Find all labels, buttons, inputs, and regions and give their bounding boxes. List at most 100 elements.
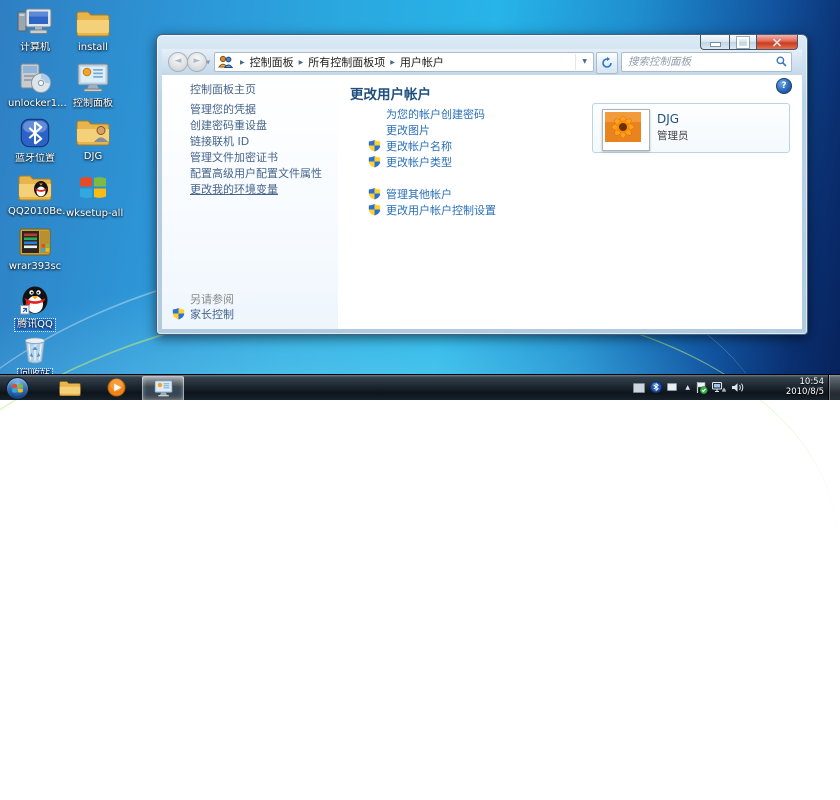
show-desktop-button[interactable] [828, 375, 840, 400]
uac-shield-icon [368, 139, 381, 152]
parental-controls-link[interactable]: 家长控制 [190, 308, 234, 321]
desktop-icon-label: 蓝牙位置 [15, 153, 55, 164]
qq-folder-icon [18, 175, 52, 201]
breadcrumb-user-accounts[interactable]: 用户帐户 [399, 54, 445, 70]
folder-icon [76, 11, 110, 37]
forward-button[interactable]: ► [187, 52, 207, 72]
breadcrumb-all-items[interactable]: 所有控制面板项 [307, 54, 386, 70]
desktop-icon-label: install [78, 42, 108, 53]
desktop-icon-label: 控制面板 [73, 98, 113, 109]
address-bar[interactable]: ▶ 控制面板 ▶ 所有控制面板项 ▶ 用户帐户 ▼ [214, 52, 594, 72]
change-picture-link[interactable]: 更改图片 [386, 124, 430, 137]
breadcrumb-arrow-icon: ▶ [240, 58, 245, 66]
sidebar-item-home[interactable]: 控制面板主页 [190, 81, 256, 97]
recent-pages-arrow-icon[interactable]: ▼ [206, 60, 210, 66]
see-also-header: 另请参阅 [190, 293, 234, 306]
search-input[interactable] [622, 53, 791, 71]
sidebar-item-credentials[interactable]: 管理您的凭据 [190, 101, 256, 117]
desktop-icon-wrar[interactable]: wrar393sc [6, 227, 64, 277]
desktop-icon-label: wksetup-all [66, 208, 124, 219]
user-folder-icon [76, 120, 110, 146]
installer-cd-icon [20, 63, 51, 93]
windows-logo-icon [80, 176, 106, 199]
taskbar-media-player-button[interactable] [96, 376, 136, 399]
address-dropdown-icon[interactable]: ▼ [575, 54, 593, 70]
taskbar: ▲ 10:54 2010/8/5 [0, 374, 840, 401]
user-accounts-icon [218, 55, 233, 68]
user-role: 管理员 [657, 130, 689, 142]
breadcrumb-arrow-icon: ▶ [390, 58, 395, 66]
desktop-icon-label: unlocker1.... [8, 98, 66, 109]
recycle-bin-icon [24, 337, 46, 364]
change-account-name-link[interactable]: 更改帐户名称 [386, 140, 452, 153]
media-player-icon [106, 378, 126, 397]
desktop-icon-bluetooth[interactable]: 蓝牙位置 [6, 117, 64, 169]
uac-shield-icon [368, 187, 381, 200]
desktop-icon-label: wrar393sc [8, 261, 62, 272]
display-tray-icon[interactable] [667, 383, 677, 391]
change-account-type-row[interactable]: 更改帐户类型 [368, 154, 452, 170]
sidebar-item-file-encryption[interactable]: 管理文件加密证书 [190, 149, 278, 165]
desktop-icon-wksetup[interactable]: wksetup-all [64, 172, 124, 224]
maximize-icon [737, 36, 749, 48]
change-account-name-row[interactable]: 更改帐户名称 [368, 138, 452, 154]
change-uac-settings-row[interactable]: 更改用户帐户控制设置 [368, 202, 496, 218]
page-title: 更改用户帐户 [350, 87, 431, 103]
hidden-icons-arrow[interactable]: ▲ [685, 384, 690, 391]
network-icon[interactable] [712, 382, 726, 393]
desktop-icon-label: 腾讯QQ [14, 318, 56, 332]
desktop-icon-computer[interactable]: 计算机 [6, 8, 64, 58]
uac-shield-icon [368, 203, 381, 216]
bluetooth-tray-icon[interactable] [650, 381, 662, 393]
user-badge: DJG 管理员 [592, 103, 790, 153]
close-button[interactable] [757, 35, 798, 50]
control-panel-icon [153, 380, 173, 397]
taskbar-clock[interactable]: 10:54 2010/8/5 [768, 377, 824, 397]
sidebar-item-password-reset-disk[interactable]: 创建密码重设盘 [190, 117, 267, 133]
clock-date: 2010/8/5 [785, 386, 824, 397]
back-button[interactable]: ◄ [168, 52, 188, 72]
taskbar-control-panel-button[interactable] [142, 376, 184, 401]
desktop-icon-unlocker[interactable]: unlocker1.... [6, 62, 66, 114]
create-password-link[interactable]: 为您的帐户创建密码 [386, 108, 485, 121]
desktop-icon-label: DJG [83, 151, 103, 162]
desktop-icon-djg-folder[interactable]: DJG [64, 117, 122, 167]
start-button[interactable] [6, 377, 29, 400]
desktop-icon-qq2010[interactable]: QQ2010Be... [6, 172, 66, 222]
desktop-icon-tencent-qq[interactable]: 腾讯QQ [6, 281, 64, 335]
refresh-icon [602, 57, 612, 68]
minimize-icon [710, 42, 720, 46]
bluetooth-icon [20, 118, 50, 148]
user-name: DJG [657, 112, 680, 126]
desktop-icon-install[interactable]: install [64, 8, 122, 58]
navigation-bar: ◄ ► ▼ ▶ 控制面板 ▶ 所有控制面板项 ▶ 用户帐户 ▼ [162, 49, 802, 76]
sidebar-item-link-online-id[interactable]: 链接联机 ID [190, 133, 249, 149]
volume-icon[interactable] [731, 382, 744, 393]
language-bar-icon[interactable] [633, 383, 645, 393]
taskbar-explorer-button[interactable] [50, 376, 90, 399]
sidebar-item-parental-controls[interactable]: 家长控制 [172, 306, 234, 322]
change-account-type-link[interactable]: 更改帐户类型 [386, 156, 452, 169]
desktop-icon-control-panel[interactable]: 控制面板 [64, 62, 122, 114]
minimize-button[interactable] [700, 35, 730, 50]
breadcrumb-arrow-icon: ▶ [298, 58, 304, 66]
refresh-button[interactable] [596, 52, 618, 74]
search-icon[interactable] [776, 56, 787, 67]
manage-other-accounts-row[interactable]: 管理其他帐户 [368, 186, 452, 202]
desktop-icon-label: 计算机 [20, 42, 50, 53]
sidebar-item-advanced-profile[interactable]: 配置高级用户配置文件属性 [190, 165, 322, 181]
maximize-button[interactable] [730, 35, 757, 50]
control-panel-window: ◄ ► ▼ ▶ 控制面板 ▶ 所有控制面板项 ▶ 用户帐户 ▼ 搜索控制面板 控… [156, 34, 808, 335]
control-panel-icon [77, 63, 109, 92]
breadcrumb-control-panel[interactable]: 控制面板 [249, 54, 295, 70]
qq-penguin-icon [20, 286, 48, 315]
help-icon[interactable]: ? [776, 78, 792, 94]
explorer-folder-icon [59, 380, 81, 396]
sidebar-item-environment-variables[interactable]: 更改我的环境变量 [190, 181, 278, 197]
user-picture [602, 109, 650, 151]
action-center-flag-icon[interactable] [695, 381, 708, 394]
search-box [621, 52, 792, 72]
change-uac-settings-link[interactable]: 更改用户帐户控制设置 [386, 204, 496, 217]
manage-other-accounts-link[interactable]: 管理其他帐户 [386, 188, 452, 201]
uac-shield-icon [172, 307, 185, 320]
